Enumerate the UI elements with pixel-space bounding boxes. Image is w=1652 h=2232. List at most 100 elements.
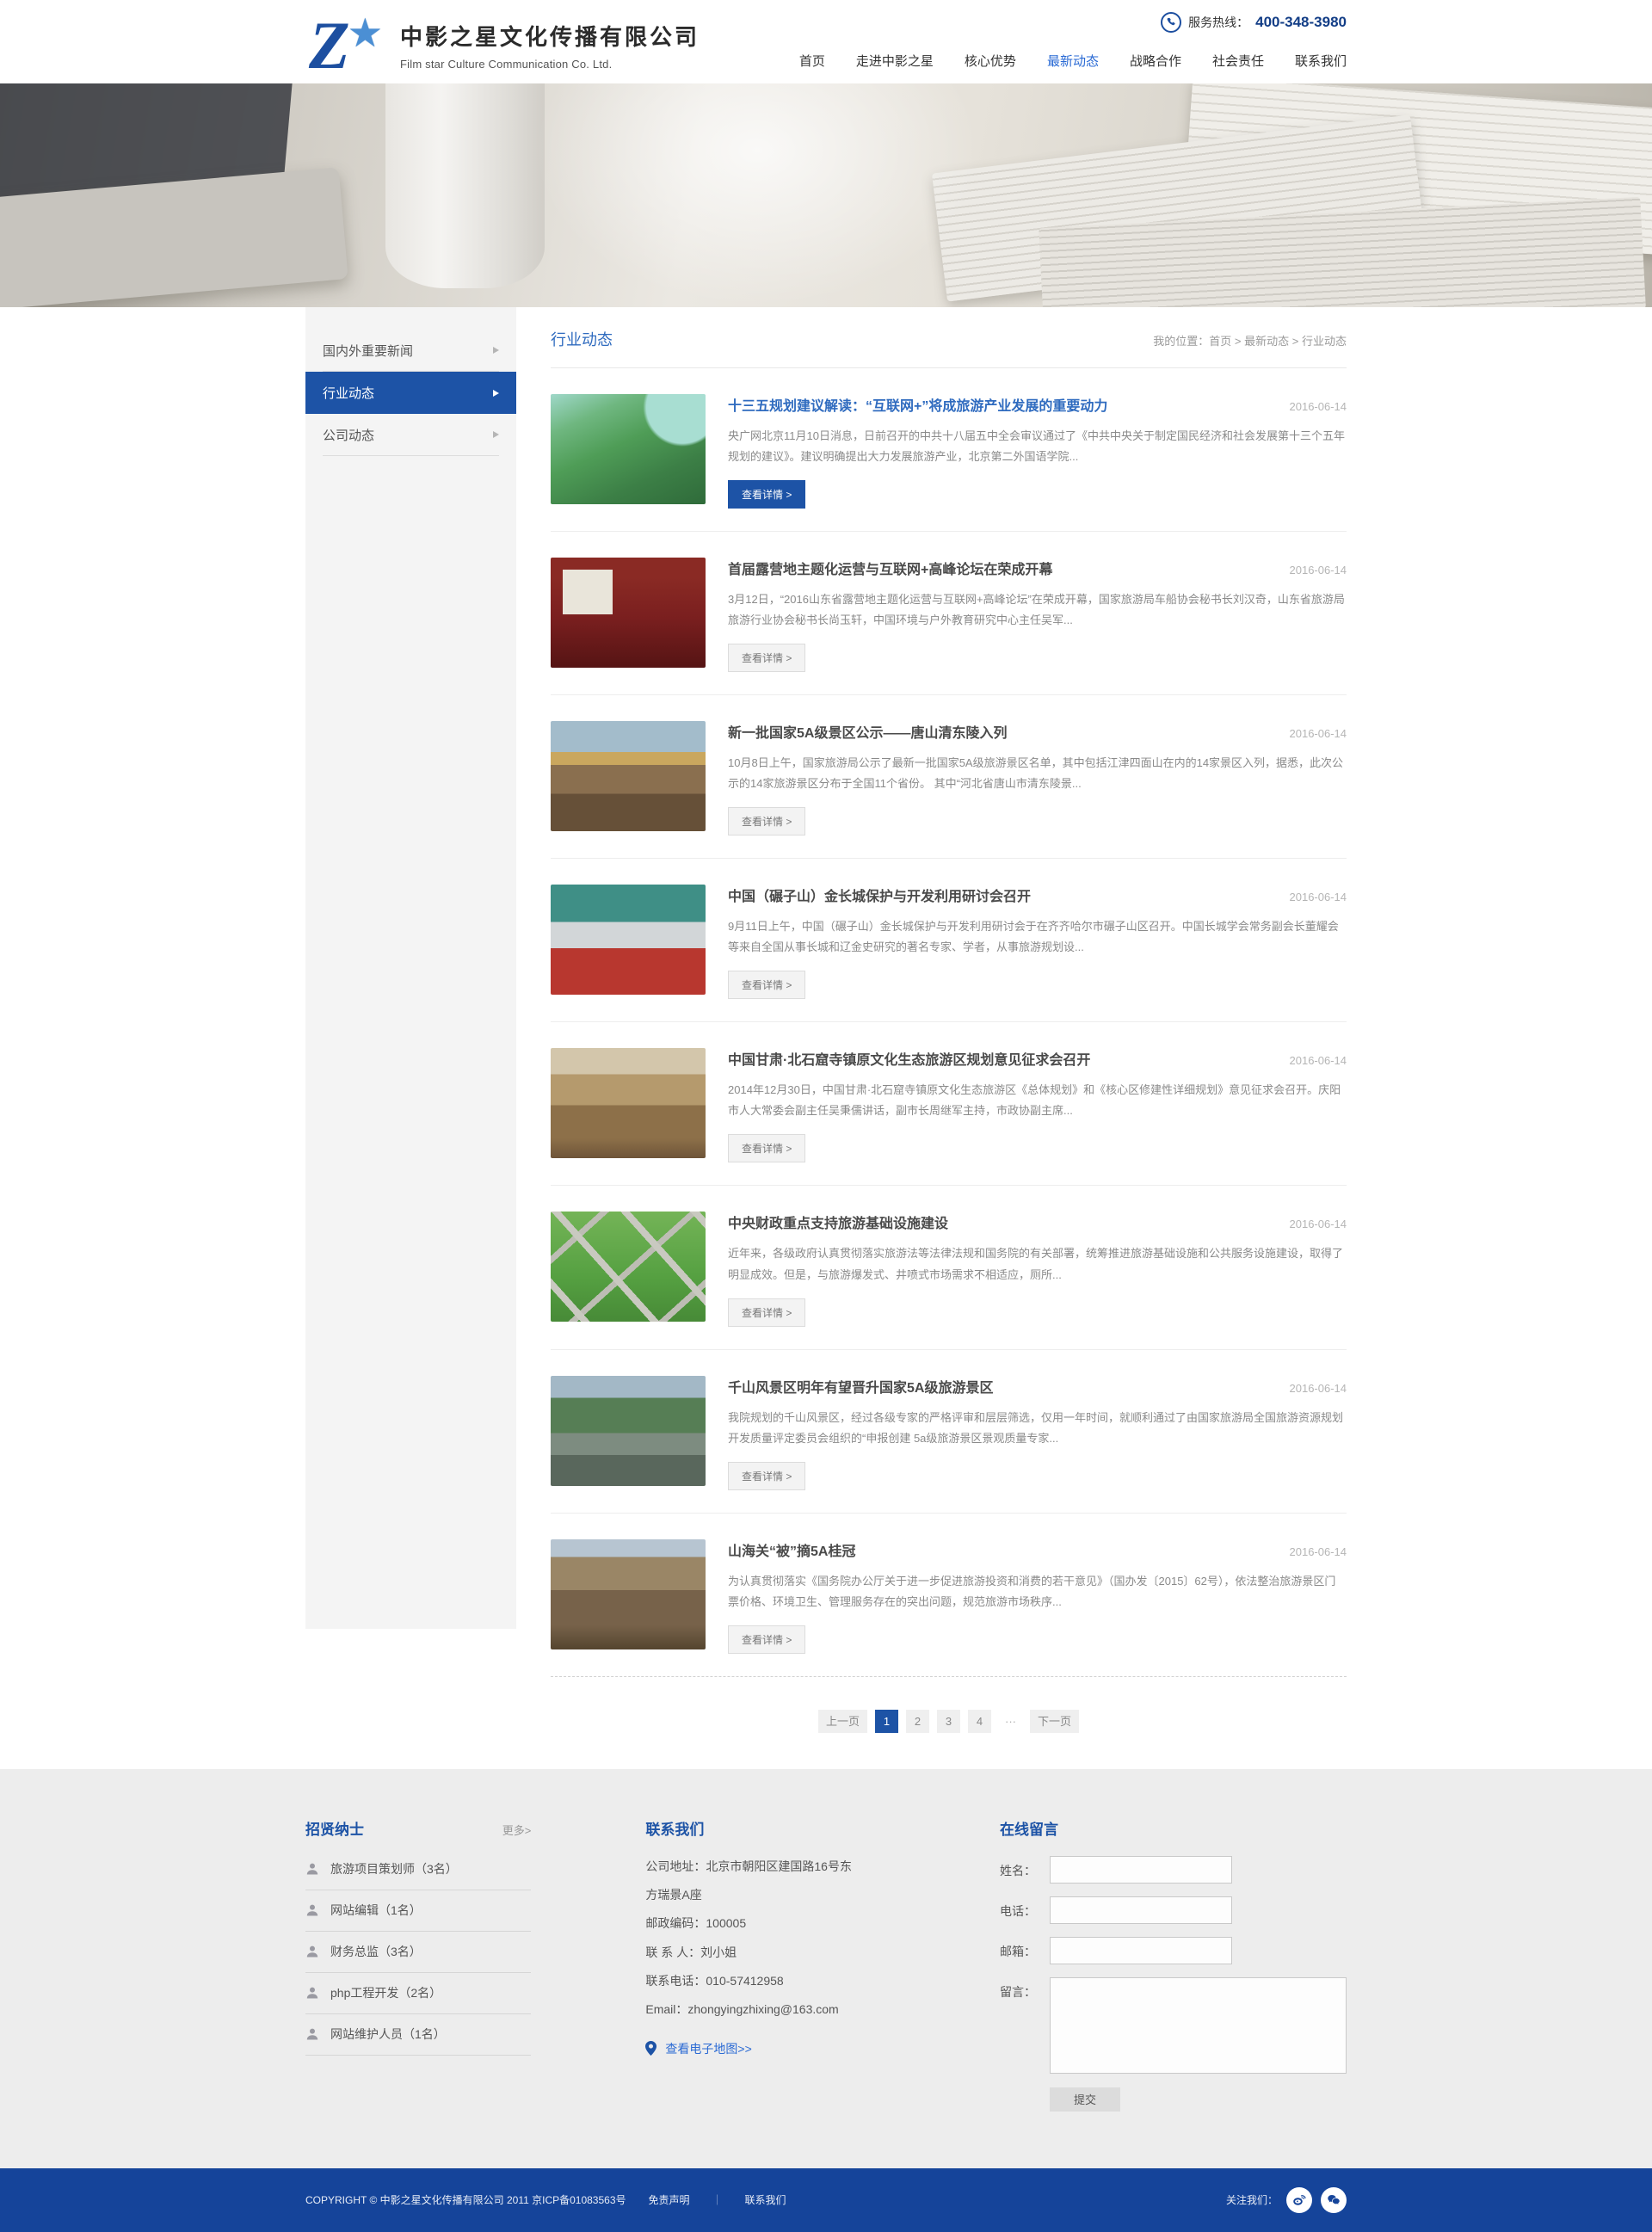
news-title-row: 山海关“被”摘5A桂冠 2016-06-14 <box>728 1539 1347 1560</box>
view-details-button[interactable]: 查看详情 > <box>728 1134 805 1162</box>
news-item: 新一批国家5A级景区公示——唐山清东陵入列 2016-06-14 10月8日上午… <box>551 695 1347 859</box>
news-thumbnail[interactable] <box>551 558 706 668</box>
view-details-button[interactable]: 查看详情 > <box>728 480 805 509</box>
news-excerpt: 2014年12月30日，中国甘肃·北石窟寺镇原文化生态旅游区《总体规划》和《核心… <box>728 1080 1347 1121</box>
news-thumbnail[interactable] <box>551 1048 706 1158</box>
job-list-item[interactable]: 财务总监（3名） <box>305 1932 531 1973</box>
email-field[interactable] <box>1050 1937 1232 1964</box>
news-title-link[interactable]: 中央财政重点支持旅游基础设施建设 <box>728 1212 948 1232</box>
pagination: 上一页 1 2 3 4 ··· 下一页 <box>551 1710 1347 1733</box>
map-link[interactable]: 查看电子地图>> <box>645 2040 903 2057</box>
message-title: 在线留言 <box>1000 1817 1347 1839</box>
news-date: 2016-06-14 <box>1290 1545 1347 1558</box>
job-list-item[interactable]: 网站编辑（1名） <box>305 1890 531 1932</box>
sidebar-menu: 国内外重要新闻 行业动态 公司动态 <box>305 307 516 1629</box>
nav-item[interactable]: 联系我们 <box>1295 52 1347 70</box>
jobs-more-link[interactable]: 更多> <box>502 1822 532 1838</box>
wechat-icon[interactable] <box>1321 2187 1347 2213</box>
phone-field[interactable] <box>1050 1896 1232 1924</box>
contact-line: 联系电话：010-57412958 <box>645 1967 903 1995</box>
copyright-text: COPYRIGHT © 中影之星文化传播有限公司 2011 京ICP备01083… <box>305 2192 626 2207</box>
nav-item[interactable]: 走进中影之星 <box>856 52 934 70</box>
news-title-link[interactable]: 十三五规划建议解读：“互联网+”将成旅游产业发展的重要动力 <box>728 394 1107 415</box>
job-list: 旅游项目策划师（3名） 网站编辑（1名） 财务总监（3名） php工程开发（2名… <box>305 1849 531 2056</box>
sidebar-menu-item[interactable]: 行业动态 <box>305 372 516 414</box>
news-thumbnail[interactable] <box>551 1212 706 1322</box>
contact-line: 公司地址：北京市朝阳区建国路16号东 <box>645 1853 903 1881</box>
nav-item[interactable]: 社会责任 <box>1212 52 1264 70</box>
nav-item[interactable]: 战略合作 <box>1130 52 1181 70</box>
phone-label: 电话： <box>1000 1896 1050 1924</box>
sidebar-item-label: 国内外重要新闻 <box>323 342 413 360</box>
sidebar-menu-item[interactable]: 公司动态 <box>323 414 499 456</box>
news-thumbnail[interactable] <box>551 1539 706 1649</box>
news-title-link[interactable]: 中国甘肃·北石窟寺镇原文化生态旅游区规划意见征求会召开 <box>728 1048 1090 1069</box>
site-header: Z 中影之星文化传播有限公司 Film star Culture Communi… <box>0 0 1652 83</box>
news-title-link[interactable]: 首届露营地主题化运营与互联网+高峰论坛在荣成开幕 <box>728 558 1052 578</box>
view-details-button[interactable]: 查看详情 > <box>728 1625 805 1654</box>
job-list-item[interactable]: php工程开发（2名） <box>305 1973 531 2014</box>
news-title-link[interactable]: 新一批国家5A级景区公示——唐山清东陵入列 <box>728 721 1007 742</box>
pagination-item[interactable]: 上一页 <box>818 1710 867 1733</box>
disclaimer-link[interactable]: 免责声明 <box>649 2192 690 2207</box>
nav-item[interactable]: 首页 <box>799 52 825 70</box>
company-name-cn: 中影之星文化传播有限公司 <box>400 20 700 52</box>
pagination-item[interactable]: ··· <box>999 1710 1022 1733</box>
breadcrumb-sep: > <box>1289 335 1302 348</box>
bottom-bar: COPYRIGHT © 中影之星文化传播有限公司 2011 京ICP备01083… <box>0 2168 1652 2232</box>
sidebar-menu-item[interactable]: 国内外重要新闻 <box>323 330 499 372</box>
news-item: 山海关“被”摘5A桂冠 2016-06-14 为认真贯彻落实《国务院办公厅关于进… <box>551 1514 1347 1677</box>
job-list-item[interactable]: 网站维护人员（1名） <box>305 2014 531 2056</box>
news-title-link[interactable]: 山海关“被”摘5A桂冠 <box>728 1539 855 1560</box>
pagination-item[interactable]: 1 <box>875 1710 898 1733</box>
news-thumbnail[interactable] <box>551 394 706 504</box>
submit-button[interactable]: 提交 <box>1050 2087 1120 2112</box>
view-details-button[interactable]: 查看详情 > <box>728 1462 805 1490</box>
job-list-item[interactable]: 旅游项目策划师（3名） <box>305 1849 531 1890</box>
follow-us-label: 关注我们： <box>1226 2192 1278 2207</box>
light-glow <box>533 83 981 307</box>
contact-us-link[interactable]: 联系我们 <box>745 2192 786 2207</box>
person-icon <box>305 1903 319 1917</box>
contact-lines: 公司地址：北京市朝阳区建国路16号东 方瑞景A座 邮政编码：100005 联 系… <box>645 1853 903 2025</box>
pagination-item[interactable]: 下一页 <box>1030 1710 1079 1733</box>
news-title-row: 十三五规划建议解读：“互联网+”将成旅游产业发展的重要动力 2016-06-14 <box>728 394 1347 415</box>
pagination-item[interactable]: 2 <box>906 1710 929 1733</box>
message-field[interactable] <box>1050 1977 1347 2074</box>
news-title-row: 中国（碾子山）金长城保护与开发利用研讨会召开 2016-06-14 <box>728 885 1347 905</box>
footer-message-column: 在线留言 姓名： 电话： 邮箱： 留言： <box>1000 1817 1347 2112</box>
news-item: 千山风景区明年有望晋升国家5A级旅游景区 2016-06-14 我院规划的千山风… <box>551 1350 1347 1514</box>
view-details-button[interactable]: 查看详情 > <box>728 971 805 999</box>
news-body: 中央财政重点支持旅游基础设施建设 2016-06-14 近年来，各级政府认真贯彻… <box>728 1212 1347 1326</box>
nav-item[interactable]: 最新动态 <box>1047 52 1099 70</box>
news-title-link[interactable]: 中国（碾子山）金长城保护与开发利用研讨会召开 <box>728 885 1031 905</box>
news-title-row: 新一批国家5A级景区公示——唐山清东陵入列 2016-06-14 <box>728 721 1347 742</box>
view-details-button[interactable]: 查看详情 > <box>728 644 805 672</box>
map-link-label: 查看电子地图>> <box>665 2040 751 2057</box>
contact-title: 联系我们 <box>645 1817 903 1839</box>
news-body: 千山风景区明年有望晋升国家5A级旅游景区 2016-06-14 我院规划的千山风… <box>728 1376 1347 1490</box>
person-icon <box>305 1862 319 1876</box>
news-title-link[interactable]: 千山风景区明年有望晋升国家5A级旅游景区 <box>728 1376 993 1397</box>
sidebar-item-label: 公司动态 <box>323 426 374 444</box>
breadcrumb-home[interactable]: 首页 <box>1209 335 1231 348</box>
view-details-button[interactable]: 查看详情 > <box>728 1298 805 1327</box>
pagination-item[interactable]: 4 <box>968 1710 991 1733</box>
news-thumbnail[interactable] <box>551 1376 706 1486</box>
view-details-button[interactable]: 查看详情 > <box>728 807 805 835</box>
logo-text: 中影之星文化传播有限公司 Film star Culture Communica… <box>400 20 700 71</box>
news-thumbnail[interactable] <box>551 885 706 995</box>
breadcrumb-sep: > <box>1231 335 1244 348</box>
news-excerpt: 10月8日上午，国家旅游局公示了最新一批国家5A级旅游景区名单，其中包括江津四面… <box>728 753 1347 794</box>
logo[interactable]: Z 中影之星文化传播有限公司 Film star Culture Communi… <box>305 0 700 83</box>
pagination-item[interactable]: 3 <box>937 1710 960 1733</box>
news-date: 2016-06-14 <box>1290 1054 1347 1067</box>
news-thumbnail[interactable] <box>551 721 706 831</box>
person-icon <box>305 1986 319 2000</box>
nav-item[interactable]: 核心优势 <box>965 52 1016 70</box>
job-label: 网站编辑（1名） <box>330 1902 422 1919</box>
bottom-left: COPYRIGHT © 中影之星文化传播有限公司 2011 京ICP备01083… <box>305 2192 786 2207</box>
name-field[interactable] <box>1050 1856 1232 1884</box>
breadcrumb-news[interactable]: 最新动态 <box>1244 335 1289 348</box>
weibo-icon[interactable] <box>1286 2187 1312 2213</box>
